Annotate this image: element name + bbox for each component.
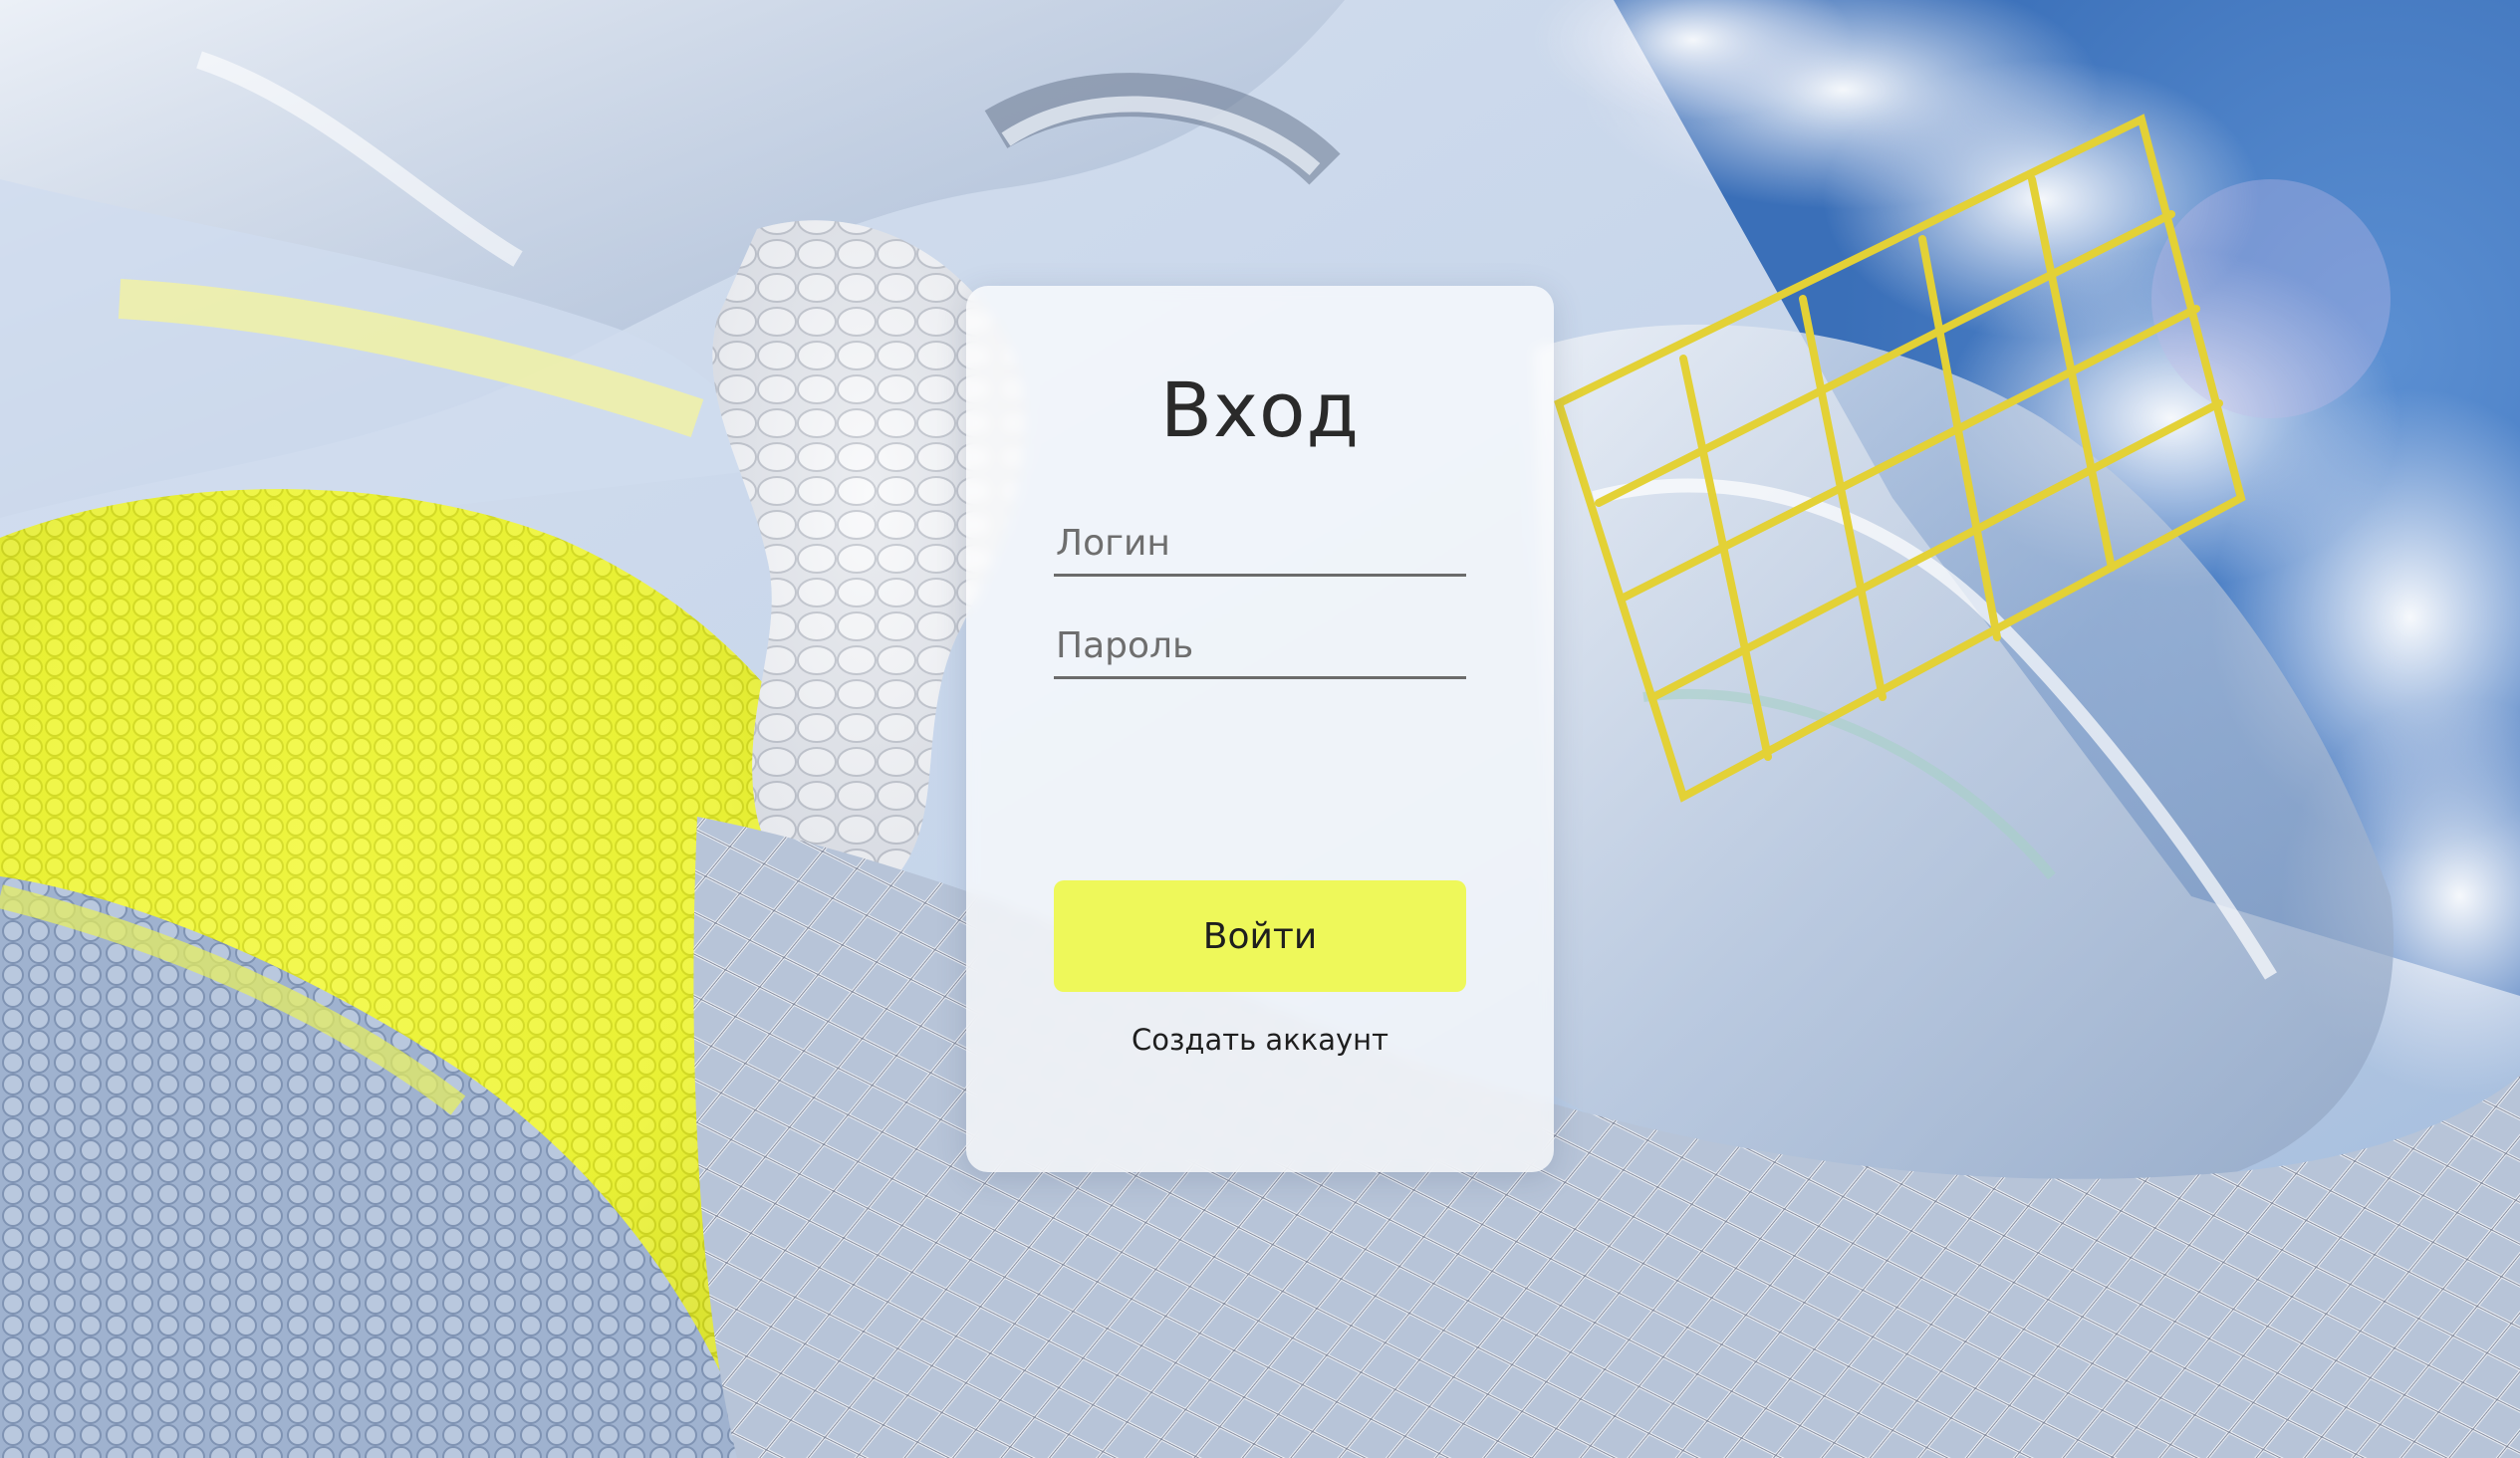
login-input[interactable] bbox=[1054, 517, 1466, 577]
login-button[interactable]: Войти bbox=[1054, 880, 1466, 992]
login-card: Вход Войти Создать аккаунт bbox=[966, 286, 1554, 1172]
login-screen: Вход Войти Создать аккаунт bbox=[0, 0, 2520, 1458]
password-input[interactable] bbox=[1054, 619, 1466, 679]
page-title: Вход bbox=[1159, 365, 1361, 454]
create-account-link[interactable]: Создать аккаунт bbox=[966, 1023, 1554, 1057]
